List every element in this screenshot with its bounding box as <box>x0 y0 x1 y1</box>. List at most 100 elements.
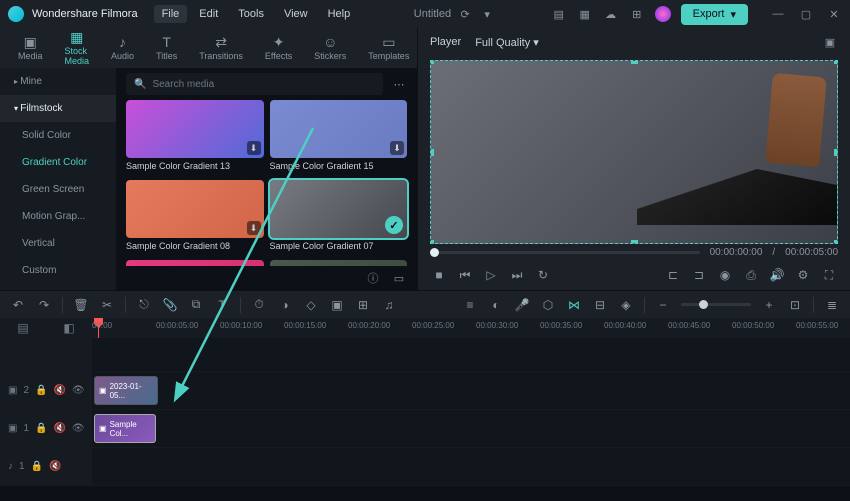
render-button[interactable]: ⬡ <box>540 297 556 313</box>
detach-audio-button[interactable]: ♫ <box>381 297 397 313</box>
redo-button[interactable]: ↷ <box>36 297 52 313</box>
export-button[interactable]: Export ▾ <box>681 4 748 25</box>
thumb-gradient-extra-2[interactable]: ⬇ <box>270 260 408 266</box>
voiceover-button[interactable]: ◉ <box>716 266 734 284</box>
menu-help[interactable]: Help <box>320 5 359 23</box>
video-track-2[interactable]: ▣ 2 🔒 🔇 👁 ▣ 2023-01-05... <box>0 372 850 410</box>
sidebar-item-gradient-color[interactable]: Gradient Color <box>0 149 116 176</box>
mask-button[interactable]: ▣ <box>329 297 345 313</box>
timeline-settings-button[interactable]: ≣ <box>824 297 840 313</box>
track-button[interactable]: ⊞ <box>355 297 371 313</box>
sidebar-item-custom[interactable]: Custom <box>0 257 116 284</box>
thumb-gradient-13[interactable]: ⬇ Sample Color Gradient 13 <box>126 100 264 174</box>
mute-icon[interactable]: 🔇 <box>53 385 65 396</box>
track-manage-button[interactable]: ▤ <box>15 320 31 336</box>
minimize-icon[interactable]: — <box>770 6 786 22</box>
zoom-knob[interactable] <box>699 300 708 309</box>
audio-stretch-button[interactable]: ◐ <box>488 297 504 313</box>
layout-icon[interactable]: ▦ <box>577 6 593 22</box>
thumb-gradient-extra-1[interactable]: ⬇ <box>126 260 264 266</box>
zoom-out-button[interactable]: − <box>655 297 671 313</box>
stop-button[interactable]: ■ <box>430 266 448 284</box>
mute-icon[interactable]: 🔇 <box>49 461 61 472</box>
sidebar-item-motion-graphics[interactable]: Motion Grap... <box>0 203 116 230</box>
visibility-icon[interactable]: 👁 <box>72 423 85 434</box>
adjustment-button[interactable]: ◧ <box>61 320 77 336</box>
chevron-down-icon[interactable]: ▾ <box>479 6 495 22</box>
tab-effects[interactable]: ✦Effects <box>255 31 302 65</box>
marker2-button[interactable]: ◈ <box>618 297 634 313</box>
settings-button[interactable]: ⚙ <box>794 266 812 284</box>
text-button[interactable]: T <box>214 297 230 313</box>
sidebar-item-solid-color[interactable]: Solid Color <box>0 122 116 149</box>
mark-out-button[interactable]: ⊐ <box>690 266 708 284</box>
menu-tools[interactable]: Tools <box>230 5 272 23</box>
zoom-fit-button[interactable]: ⊡ <box>787 297 803 313</box>
tab-templates[interactable]: ▭Templates <box>358 31 419 65</box>
visibility-icon[interactable]: 👁 <box>72 385 85 396</box>
timeline-ruler[interactable]: 00:00 00:00:05:00 00:00:10:00 00:00:15:0… <box>92 318 850 338</box>
menu-file[interactable]: File <box>154 5 188 23</box>
thumb-gradient-15[interactable]: ⬇ Sample Color Gradient 15 <box>270 100 408 174</box>
marker-button[interactable]: 📎 <box>162 297 178 313</box>
mark-in-button[interactable]: ⊏ <box>664 266 682 284</box>
tab-stock-media[interactable]: ▦Stock Media <box>55 26 100 70</box>
fullscreen-button[interactable]: ⛶ <box>820 266 838 284</box>
voice-button[interactable]: 🎤 <box>514 297 530 313</box>
audio-track-1[interactable]: ♪ 1 🔒 🔇 <box>0 448 850 486</box>
user-avatar[interactable] <box>655 6 671 22</box>
preview-canvas[interactable] <box>430 60 838 244</box>
video-track-1[interactable]: ▣ 1 🔒 🔇 👁 ▣ Sample Col... <box>0 410 850 448</box>
loop-button[interactable]: ↻ <box>534 266 552 284</box>
menu-view[interactable]: View <box>276 5 316 23</box>
tab-media[interactable]: ▣Media <box>8 31 53 65</box>
snap-button[interactable]: ⋈ <box>566 297 582 313</box>
grid-icon[interactable]: ⊞ <box>629 6 645 22</box>
close-icon[interactable]: ✕ <box>826 6 842 22</box>
sidebar-item-filmstock[interactable]: Filmstock <box>0 95 116 122</box>
maximize-icon[interactable]: ▢ <box>798 6 814 22</box>
prev-frame-button[interactable]: ⏮ <box>456 266 474 284</box>
search-input[interactable]: 🔍 Search media <box>126 73 383 95</box>
lock-icon[interactable]: 🔒 <box>35 385 47 396</box>
lock-icon[interactable]: 🔒 <box>35 423 47 434</box>
resize-handle[interactable] <box>631 60 638 64</box>
resize-handle[interactable] <box>430 60 434 64</box>
color-button[interactable]: ◑ <box>277 297 293 313</box>
tab-stickers[interactable]: ☺Stickers <box>304 31 356 65</box>
cloud-sync-icon[interactable]: ⟳ <box>457 6 473 22</box>
tab-audio[interactable]: ♪Audio <box>101 31 144 65</box>
thumb-gradient-07[interactable]: ✓ Sample Color Gradient 07 <box>270 180 408 254</box>
split-button[interactable]: ✂ <box>99 297 115 313</box>
more-options-icon[interactable]: ⋯ <box>391 76 407 92</box>
cloud-icon[interactable]: ☁ <box>603 6 619 22</box>
next-frame-button[interactable]: ⏭ <box>508 266 526 284</box>
tab-transitions[interactable]: ⇄Transitions <box>189 31 253 65</box>
link-button[interactable]: ⊟ <box>592 297 608 313</box>
timeline-clip-video[interactable]: ▣ 2023-01-05... <box>94 376 158 405</box>
sidebar-item-mine[interactable]: Mine <box>0 68 116 95</box>
cut-button[interactable]: ⎋ <box>136 297 152 313</box>
scrub-bar[interactable] <box>430 251 700 254</box>
snapshot-icon[interactable]: ▣ <box>822 34 838 50</box>
resize-handle[interactable] <box>430 240 434 244</box>
lock-icon[interactable]: 🔒 <box>31 461 43 472</box>
delete-button[interactable]: 🗑 <box>73 297 89 313</box>
quality-dropdown[interactable]: Full Quality ▾ <box>475 36 539 49</box>
volume-button[interactable]: 🔊 <box>768 266 786 284</box>
keyframe-button[interactable]: ◇ <box>303 297 319 313</box>
mixer-button[interactable]: ≡ <box>462 297 478 313</box>
save-icon[interactable]: ▤ <box>551 6 567 22</box>
undo-button[interactable]: ↶ <box>10 297 26 313</box>
resize-handle[interactable] <box>631 240 638 244</box>
speed-button[interactable]: ⏱ <box>251 297 267 313</box>
mute-icon[interactable]: 🔇 <box>53 423 65 434</box>
play-button[interactable]: ▷ <box>482 266 500 284</box>
folder-icon[interactable]: ▭ <box>391 270 407 286</box>
info-icon[interactable]: ⓘ <box>365 270 381 286</box>
scrub-handle[interactable] <box>430 248 439 257</box>
zoom-in-button[interactable]: + <box>761 297 777 313</box>
tab-titles[interactable]: TTitles <box>146 31 187 65</box>
crop-button[interactable]: ⧉ <box>188 297 204 313</box>
zoom-slider[interactable] <box>681 303 751 306</box>
